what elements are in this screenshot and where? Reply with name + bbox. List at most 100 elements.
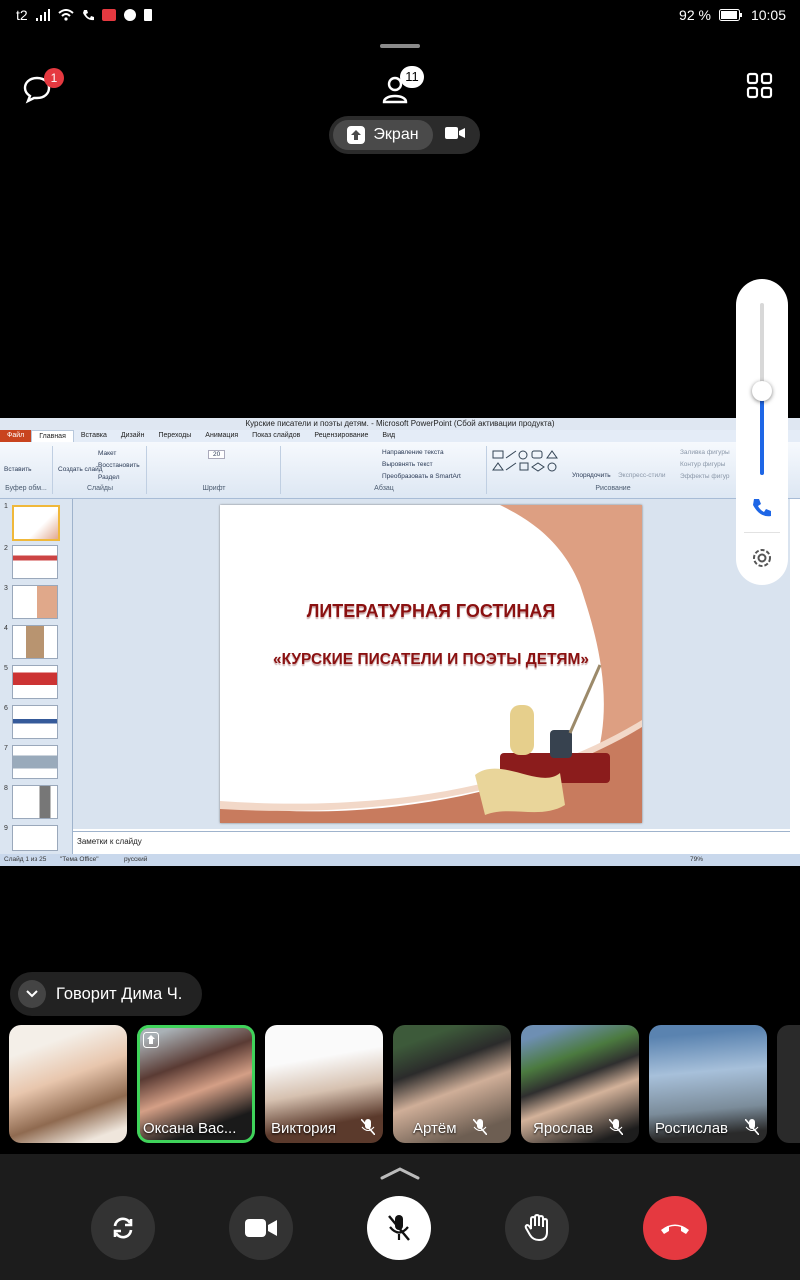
notes-field[interactable]: Заметки к слайду bbox=[73, 831, 790, 854]
divider bbox=[744, 532, 780, 533]
align-text-button[interactable]: Выровнять текст bbox=[382, 461, 433, 468]
raise-hand-button[interactable] bbox=[505, 1196, 569, 1260]
clipboard-group: Вставить Буфер обм... bbox=[0, 446, 53, 494]
slide-subtitle: «КУРСКИЕ ПИСАТЕЛИ И ПОЭТЫ ДЕТЯМ» bbox=[272, 651, 590, 668]
tab-review[interactable]: Рецензирование bbox=[307, 430, 375, 442]
participant-tile[interactable]: Оксана Вас... bbox=[137, 1025, 255, 1143]
slide-thumb[interactable] bbox=[12, 545, 58, 579]
slide-thumb[interactable] bbox=[12, 665, 58, 699]
slide-number: 1 bbox=[4, 503, 8, 510]
shapes-gallery-icon[interactable] bbox=[492, 450, 567, 480]
slide-thumb[interactable] bbox=[12, 745, 58, 779]
participants-button[interactable]: 11 bbox=[380, 66, 430, 106]
tab-transitions[interactable]: Переходы bbox=[151, 430, 198, 442]
slide-number: 3 bbox=[4, 585, 8, 592]
drag-handle[interactable] bbox=[380, 44, 420, 48]
battery-icon bbox=[718, 9, 742, 21]
chevron-up-icon[interactable] bbox=[380, 1166, 420, 1180]
participant-tile[interactable] bbox=[9, 1025, 127, 1143]
tab-design[interactable]: Дизайн bbox=[114, 430, 152, 442]
paragraph-group: Направление текста Выровнять текст Преоб… bbox=[282, 446, 487, 494]
shape-effects-button[interactable]: Эффекты фигур bbox=[680, 473, 730, 480]
switch-camera-button[interactable] bbox=[91, 1196, 155, 1260]
screen-share-icon bbox=[143, 1032, 159, 1048]
speaking-indicator[interactable]: Говорит Дима Ч. bbox=[10, 972, 202, 1016]
tab-home[interactable]: Главная bbox=[31, 430, 74, 442]
participant-tile[interactable]: Ростислав bbox=[649, 1025, 767, 1143]
tab-view[interactable]: Вид bbox=[375, 430, 402, 442]
slides-pane: 1 2 3 4 5 6 7 8 9 bbox=[0, 499, 73, 854]
screen-view-toggle[interactable]: Экран bbox=[333, 120, 433, 150]
slide-thumb[interactable] bbox=[12, 825, 58, 851]
slide-number: 6 bbox=[4, 705, 8, 712]
slide-title: ЛИТЕРАТУРНАЯ ГОСТИНАЯ bbox=[306, 601, 556, 621]
participant-name: Ярослав bbox=[533, 1120, 594, 1137]
text-direction-button[interactable]: Направление текста bbox=[382, 449, 444, 456]
slide-number: 2 bbox=[4, 545, 8, 552]
slide-number: 4 bbox=[4, 625, 8, 632]
current-slide[interactable]: ЛИТЕРАТУРНАЯ ГОСТИНАЯ «КУРСКИЕ ПИСАТЕЛИ … bbox=[220, 505, 642, 823]
arrange-button[interactable]: Упорядочить bbox=[572, 472, 611, 479]
messenger-icon bbox=[123, 9, 136, 21]
shape-outline-button[interactable]: Контур фигуры bbox=[680, 461, 725, 468]
mic-off-icon bbox=[388, 1215, 410, 1241]
switch-camera-icon bbox=[113, 1217, 133, 1239]
slide-editor[interactable]: ЛИТЕРАТУРНАЯ ГОСТИНАЯ «КУРСКИЕ ПИСАТЕЛИ … bbox=[73, 499, 790, 829]
camera-icon bbox=[245, 1219, 277, 1237]
smartart-button[interactable]: Преобразовать в SmartArt bbox=[382, 473, 461, 480]
participant-name: Оксана Вас... bbox=[143, 1120, 237, 1137]
layout-grid-button[interactable] bbox=[746, 72, 774, 100]
participant-tile[interactable]: Артём bbox=[393, 1025, 511, 1143]
end-call-icon bbox=[661, 1224, 689, 1234]
settings-icon[interactable] bbox=[750, 546, 774, 570]
create-slide-button[interactable]: Создать слайд bbox=[58, 466, 103, 473]
reset-button[interactable]: Восстановить bbox=[98, 462, 140, 469]
microphone-button[interactable] bbox=[367, 1196, 431, 1260]
slide-thumb[interactable] bbox=[12, 785, 58, 819]
grid-icon bbox=[746, 72, 773, 99]
slide-thumb[interactable] bbox=[12, 705, 58, 739]
font-group: 20 Шрифт bbox=[148, 446, 281, 494]
zoom-label: 79% bbox=[690, 856, 704, 863]
slide-thumb[interactable] bbox=[12, 625, 58, 659]
tab-file[interactable]: Файл bbox=[0, 430, 32, 442]
paste-button[interactable]: Вставить bbox=[4, 466, 32, 473]
slide-number: 9 bbox=[4, 825, 8, 832]
ribbon: Вставить Буфер обм... Создать слайд Маке… bbox=[0, 442, 800, 499]
participant-tile[interactable]: Ярослав bbox=[521, 1025, 639, 1143]
drawing-group: Упорядочить Экспресс-стили Заливка фигур… bbox=[488, 446, 738, 494]
call-audio-icon[interactable] bbox=[751, 497, 773, 519]
app-notification-icon bbox=[101, 9, 116, 21]
camera-view-icon[interactable] bbox=[445, 126, 465, 140]
slide-number: 5 bbox=[4, 665, 8, 672]
participant-name: Артём bbox=[413, 1120, 457, 1137]
section-button[interactable]: Раздел bbox=[98, 474, 119, 481]
paragraph-label: Абзац bbox=[374, 485, 394, 492]
volume-panel bbox=[736, 279, 788, 585]
carrier-label: t2 bbox=[16, 7, 28, 23]
chat-button[interactable]: 1 bbox=[22, 68, 64, 104]
end-call-button[interactable] bbox=[643, 1196, 707, 1260]
clock: 10:05 bbox=[750, 7, 786, 23]
chat-badge: 1 bbox=[44, 68, 64, 88]
shared-screen[interactable]: Курские писатели и поэты детям. - Micros… bbox=[0, 418, 800, 866]
shape-fill-button[interactable]: Заливка фигуры bbox=[680, 449, 730, 456]
tab-insert[interactable]: Вставка bbox=[74, 430, 114, 442]
volume-fill bbox=[760, 391, 764, 475]
participant-tile[interactable] bbox=[777, 1025, 800, 1143]
slides-label: Слайды bbox=[86, 485, 114, 492]
slide-thumb[interactable] bbox=[12, 585, 58, 619]
participant-tile[interactable]: Виктория bbox=[265, 1025, 383, 1143]
camera-button[interactable] bbox=[229, 1196, 293, 1260]
slide-thumb[interactable] bbox=[12, 505, 60, 541]
tab-slideshow[interactable]: Показ слайдов bbox=[245, 430, 307, 442]
volume-knob[interactable] bbox=[752, 381, 772, 401]
font-label: Шрифт bbox=[202, 485, 226, 492]
quick-styles-button[interactable]: Экспресс-стили bbox=[618, 472, 666, 479]
download-icon bbox=[143, 9, 152, 21]
tab-animation[interactable]: Анимация bbox=[198, 430, 245, 442]
layout-button[interactable]: Макет bbox=[98, 450, 116, 457]
signal-icon bbox=[35, 9, 50, 21]
ribbon-tabs: Файл Главная Вставка Дизайн Переходы Ани… bbox=[0, 430, 800, 442]
font-size-field[interactable]: 20 bbox=[208, 450, 226, 459]
